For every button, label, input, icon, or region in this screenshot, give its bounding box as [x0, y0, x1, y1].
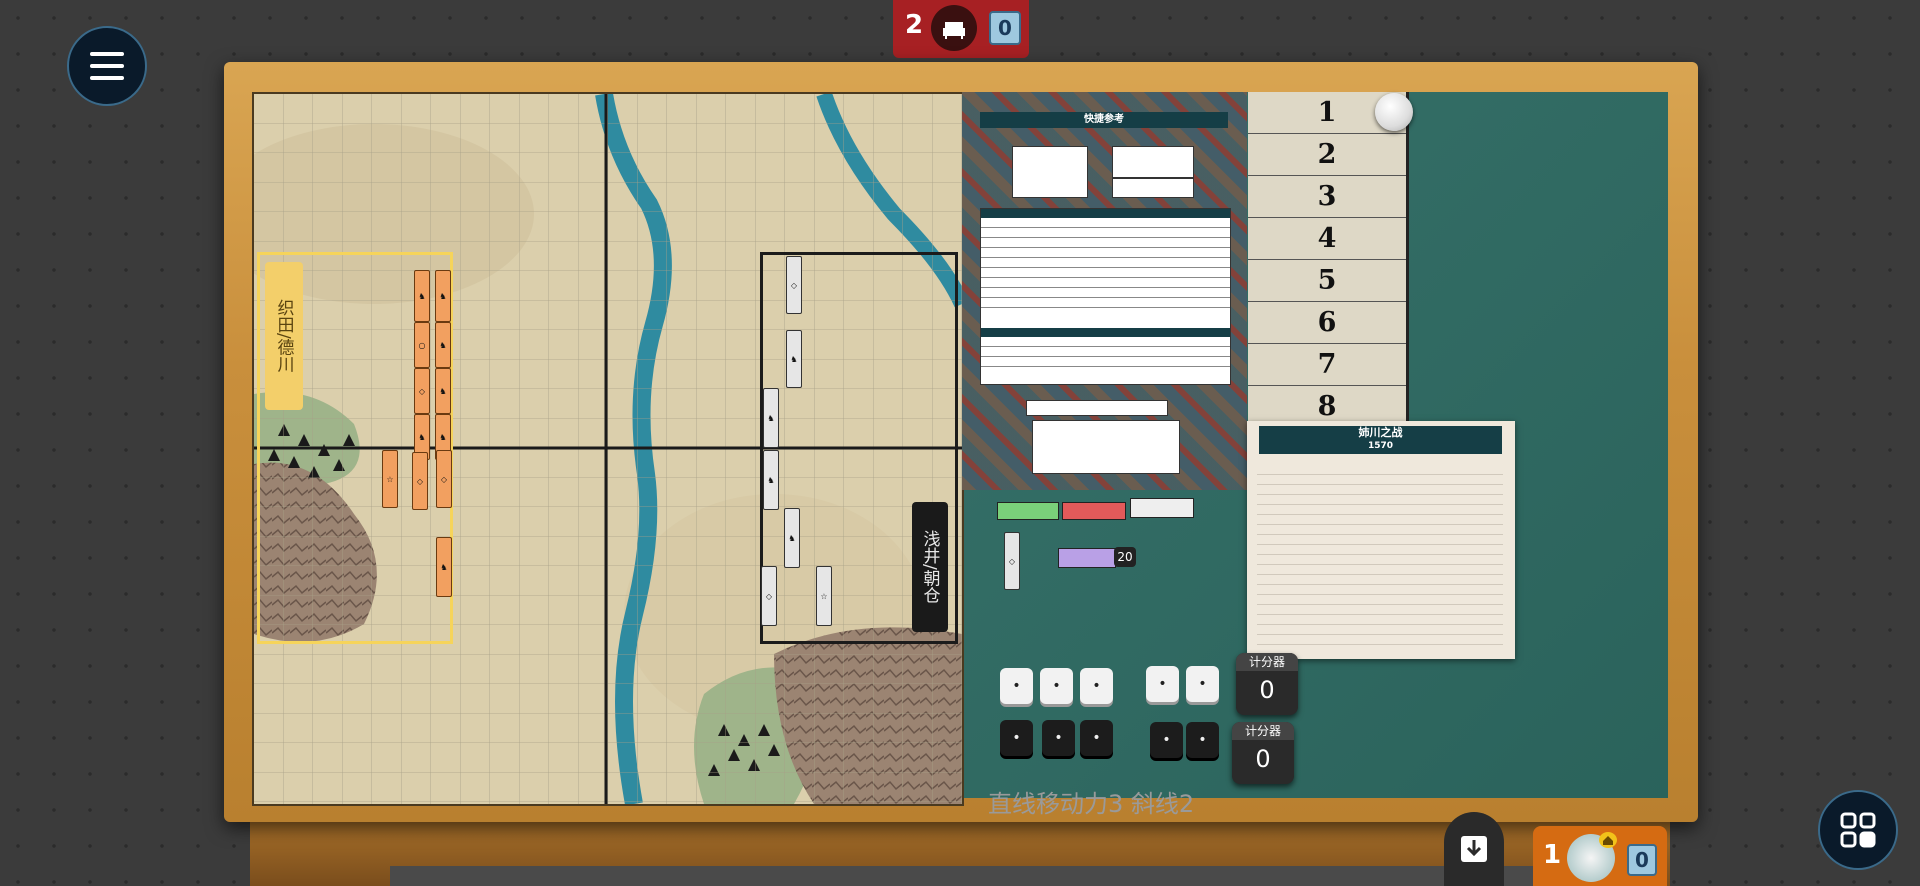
black-die[interactable]: •	[1150, 722, 1183, 758]
azai-unit[interactable]: ◇	[786, 256, 802, 314]
reference-row	[981, 288, 1230, 298]
turn-cell: 3	[1248, 176, 1406, 218]
oda-unit[interactable]: ♞	[435, 322, 451, 368]
white-die[interactable]: •	[1146, 666, 1179, 702]
score-counter[interactable]: 计分器 0	[1232, 722, 1294, 784]
score-counter-label: 计分器	[1236, 653, 1298, 671]
download-icon	[1461, 836, 1487, 862]
azai-unit[interactable]: ☆	[816, 566, 832, 626]
home-icon	[1599, 832, 1617, 848]
black-die[interactable]: •	[1080, 720, 1113, 756]
reference-box	[1112, 146, 1194, 178]
black-die[interactable]: •	[1186, 722, 1219, 758]
azai-unit[interactable]: ♞	[763, 450, 779, 510]
reference-box	[1026, 400, 1168, 416]
table-shadow	[390, 866, 1540, 886]
reference-row	[981, 268, 1230, 278]
bottom-player-cards: 0	[1627, 844, 1657, 876]
menu-button[interactable]	[67, 26, 147, 106]
reference-row	[981, 337, 1230, 347]
grid-icon	[1840, 812, 1876, 848]
reference-box	[1032, 420, 1180, 474]
score-counter-value: 0	[1259, 676, 1275, 704]
reference-row	[981, 298, 1230, 308]
oda-unit[interactable]: ◇	[412, 452, 428, 510]
reference-title: 快捷参考	[980, 112, 1228, 128]
turn-cell: 7	[1248, 344, 1406, 386]
scenario-card[interactable]	[1247, 421, 1515, 659]
unit-stack-red[interactable]	[1062, 502, 1126, 520]
reference-table-header	[981, 328, 1230, 337]
black-die[interactable]: •	[1042, 720, 1075, 756]
azai-unit[interactable]: ♞	[786, 330, 802, 388]
oda-unit[interactable]: ♞	[436, 537, 452, 597]
reference-row	[981, 228, 1230, 238]
oda-tokugawa-label: 织田/德川	[265, 262, 303, 410]
turn-track: 1 2 3 4 5 6 7 8	[1248, 92, 1409, 422]
score-counter[interactable]: 计分器 0	[1236, 653, 1298, 715]
score-counter-value: 0	[1255, 745, 1271, 773]
reference-box	[1012, 146, 1088, 198]
azai-unit[interactable]: ◇	[761, 566, 777, 626]
reference-row	[981, 248, 1230, 258]
reference-table	[980, 208, 1231, 385]
turn-cell: 6	[1248, 302, 1406, 344]
scenario-title: 姉川之战	[1358, 426, 1403, 439]
bottom-player-bar[interactable]: 1 0	[1533, 826, 1667, 886]
apps-button[interactable]	[1818, 790, 1898, 870]
reference-row	[981, 238, 1230, 248]
bottom-player-score: 1	[1543, 840, 1562, 870]
black-die[interactable]: •	[1000, 720, 1033, 756]
unit-stack-white[interactable]	[1130, 498, 1194, 518]
oda-unit[interactable]: ○	[414, 322, 430, 368]
reference-row	[981, 278, 1230, 288]
reference-table-header	[981, 209, 1230, 218]
top-player-cards: 0	[989, 11, 1021, 45]
movement-note: 直线移动力3 斜线2	[988, 790, 1195, 818]
oda-unit[interactable]: ♞	[435, 270, 451, 322]
top-player-score: 2	[905, 10, 924, 40]
unit-stack-green[interactable]	[997, 502, 1059, 520]
oda-unit[interactable]: ☆	[382, 450, 398, 508]
azai-unit[interactable]: ♞	[763, 388, 779, 448]
white-die[interactable]: •	[1186, 666, 1219, 702]
reference-row	[981, 218, 1230, 228]
hamburger-icon	[90, 52, 124, 80]
hand-drawer-button[interactable]	[1444, 812, 1504, 886]
turn-cell: 5	[1248, 260, 1406, 302]
white-die[interactable]: •	[1000, 668, 1033, 704]
azai-asakura-label: 浅井/朝仓	[912, 502, 948, 632]
white-die[interactable]: •	[1080, 668, 1113, 704]
scenario-text	[1257, 465, 1503, 645]
turn-cell: 4	[1248, 218, 1406, 260]
reference-row	[981, 357, 1230, 367]
unit-stack-purple[interactable]	[1058, 548, 1116, 568]
top-player-bar[interactable]: 2 0	[893, 0, 1029, 58]
oda-unit[interactable]: ◇	[414, 368, 430, 414]
score-counter-label: 计分器	[1232, 722, 1294, 740]
stack-count-badge: 20	[1114, 547, 1136, 567]
reference-box	[1112, 178, 1194, 198]
chair-icon	[931, 5, 977, 51]
reference-row	[981, 258, 1230, 268]
reference-row	[981, 347, 1230, 357]
oda-unit[interactable]: ♞	[435, 368, 451, 414]
azai-unit[interactable]: ♞	[784, 508, 800, 568]
loose-unit[interactable]: ◇	[1004, 532, 1020, 590]
oda-unit[interactable]: ♞	[414, 270, 430, 322]
turn-marker[interactable]	[1375, 93, 1413, 131]
white-die[interactable]: •	[1040, 668, 1073, 704]
turn-cell: 2	[1248, 134, 1406, 176]
scenario-header: 姉川之战 1570	[1259, 426, 1502, 454]
scenario-year: 1570	[1367, 441, 1394, 451]
oda-unit[interactable]: ◇	[436, 450, 452, 508]
